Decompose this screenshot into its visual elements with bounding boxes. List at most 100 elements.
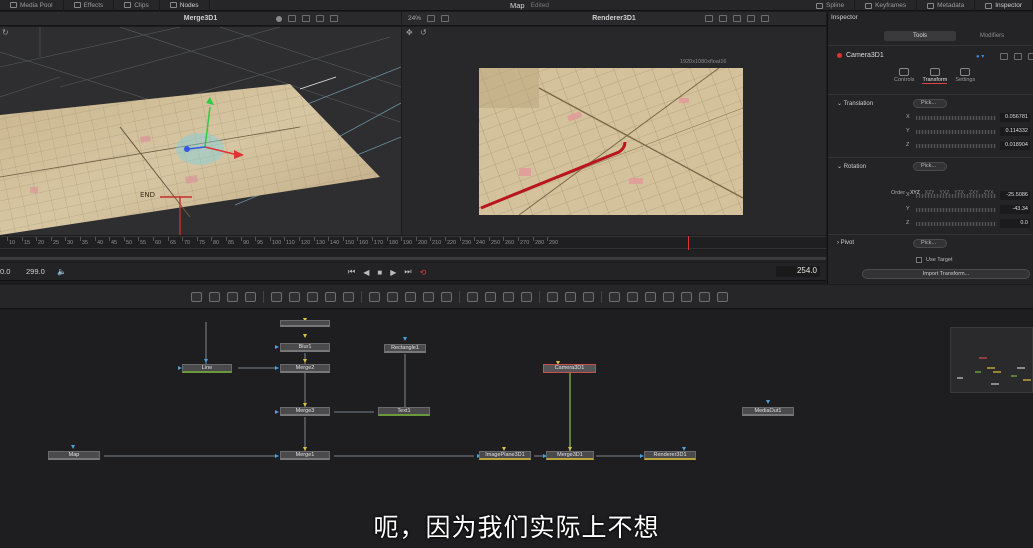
viewer-more-icon[interactable] bbox=[330, 15, 338, 22]
rotation-x-value[interactable]: -25.5086 bbox=[1000, 191, 1030, 200]
bspline-mask-icon[interactable] bbox=[521, 292, 532, 302]
node-imageplane3d1[interactable]: ImagePlane3D1 bbox=[479, 451, 531, 460]
tab-modifiers[interactable]: Modifiers bbox=[956, 31, 1028, 41]
translation-y-value[interactable]: 0.114332 bbox=[1000, 127, 1030, 136]
viewer-record-icon[interactable] bbox=[276, 15, 282, 22]
rotation-z-slider[interactable] bbox=[916, 222, 996, 226]
translation-section-toggle[interactable]: ⌄ Translation bbox=[837, 100, 873, 107]
translation-z-slider[interactable] bbox=[916, 144, 996, 148]
rotation-pick-button[interactable]: Pick... bbox=[913, 162, 947, 171]
shape3d-tool-icon[interactable] bbox=[609, 292, 620, 302]
timeline-ruler[interactable]: 10 15 20 25 30 35 40 45 50 55 60 65 70 75 80 85 90 95 100 1… bbox=[0, 236, 826, 249]
loop-icon[interactable]: ⟲ bbox=[420, 268, 427, 277]
play-icon[interactable]: ▶ bbox=[390, 268, 396, 277]
media-pool-button[interactable]: Media Pool bbox=[0, 0, 64, 11]
particle-emitter-icon[interactable] bbox=[547, 292, 558, 302]
viewer-lut-icon[interactable] bbox=[705, 15, 713, 22]
background-tool-icon[interactable] bbox=[191, 292, 202, 302]
channel-booleans-icon[interactable] bbox=[387, 292, 398, 302]
light3d-tool-icon[interactable] bbox=[699, 292, 710, 302]
current-time[interactable]: 254.0 bbox=[776, 266, 820, 277]
inspector-button[interactable]: Inspector bbox=[975, 0, 1033, 11]
node-map[interactable]: Map bbox=[48, 451, 100, 460]
camera3d-tool-icon[interactable] bbox=[681, 292, 692, 302]
image-plane3d-icon[interactable] bbox=[627, 292, 638, 302]
rotation-y-value[interactable]: -43.34 bbox=[1000, 205, 1030, 214]
transform-tool-icon[interactable] bbox=[441, 292, 452, 302]
translation-y-slider[interactable] bbox=[916, 130, 996, 134]
merge-tool-icon[interactable] bbox=[369, 292, 380, 302]
node-rectangle1[interactable]: Rectangle1 bbox=[384, 344, 426, 353]
right-viewer-render[interactable]: ✥ ↺ 1920x1080xfloat16 bbox=[402, 27, 826, 235]
node-merge3[interactable]: Merge3 bbox=[280, 407, 330, 416]
viewer-view-icon[interactable] bbox=[747, 15, 755, 22]
pivot-section-toggle[interactable]: › Pivot bbox=[837, 240, 854, 246]
inspector-pin-icon[interactable] bbox=[1014, 53, 1022, 60]
subtab-controls[interactable]: Controls bbox=[894, 68, 914, 84]
particle-system-icon[interactable] bbox=[583, 292, 594, 302]
text3d-tool-icon[interactable] bbox=[645, 292, 656, 302]
spline-button[interactable]: Spline bbox=[806, 0, 856, 11]
viewer-options-icon[interactable] bbox=[441, 15, 450, 22]
translation-x-slider[interactable] bbox=[916, 116, 996, 120]
audio-icon[interactable]: 🔈 bbox=[57, 267, 66, 276]
import-transform-button[interactable]: Import Transform... bbox=[862, 269, 1030, 279]
resize-tool-icon[interactable] bbox=[423, 292, 434, 302]
go-to-start-icon[interactable]: ⏮ bbox=[348, 267, 355, 277]
node-mediaout1[interactable]: MediaOut1 bbox=[742, 407, 794, 416]
node-merge3d1[interactable]: Merge3D1 bbox=[546, 451, 594, 460]
node-partial-top[interactable] bbox=[280, 320, 330, 327]
use-target-row[interactable]: Use Target bbox=[916, 257, 953, 263]
rotation-z-value[interactable]: 0.0 bbox=[1000, 219, 1030, 228]
timeline-bar[interactable] bbox=[0, 257, 826, 260]
particle-render-icon[interactable] bbox=[565, 292, 576, 302]
go-to-end-icon[interactable]: ⏭ bbox=[404, 267, 411, 277]
viewer-channel-icon[interactable] bbox=[719, 15, 727, 22]
loader-tool-icon[interactable] bbox=[209, 292, 220, 302]
merge3d-tool-icon[interactable] bbox=[663, 292, 674, 302]
metadata-button[interactable]: Metadata bbox=[917, 0, 976, 11]
curves-tool-icon[interactable] bbox=[289, 292, 300, 302]
clips-button[interactable]: Clips bbox=[114, 0, 160, 11]
matte-control-icon[interactable] bbox=[405, 292, 416, 302]
start-time[interactable]: 0.0 bbox=[0, 267, 10, 276]
stop-icon[interactable]: ■ bbox=[377, 268, 382, 277]
renderer3d-tool-icon[interactable] bbox=[717, 292, 728, 302]
node-line[interactable]: Line bbox=[182, 364, 232, 373]
left-viewer-3d[interactable]: END ↻ bbox=[0, 27, 401, 235]
paint-tool-icon[interactable] bbox=[245, 292, 256, 302]
end-time[interactable]: 299.0 bbox=[26, 267, 45, 276]
subtab-transform[interactable]: Transform bbox=[922, 68, 948, 84]
viewer-reset-icon[interactable]: ↺ bbox=[420, 28, 427, 37]
color-corrector-icon[interactable] bbox=[271, 292, 282, 302]
node-blur1[interactable]: Blur1 bbox=[280, 343, 330, 352]
playhead[interactable] bbox=[688, 236, 689, 250]
node-text1[interactable]: Text1 bbox=[378, 407, 430, 416]
rotation-y-slider[interactable] bbox=[916, 208, 996, 212]
effects-button[interactable]: Effects bbox=[64, 0, 115, 11]
rotation-x-slider[interactable] bbox=[916, 194, 996, 198]
viewer-more-icon[interactable] bbox=[761, 15, 769, 22]
inspector-collapse-icon[interactable] bbox=[1000, 53, 1008, 60]
blur-tool-icon[interactable] bbox=[343, 292, 354, 302]
viewer-rotate-icon[interactable]: ↻ bbox=[2, 28, 9, 37]
ellipse-mask-icon[interactable] bbox=[485, 292, 496, 302]
tab-tools[interactable]: Tools bbox=[884, 31, 956, 41]
pivot-pick-button[interactable]: Pick... bbox=[913, 239, 947, 248]
use-target-checkbox[interactable] bbox=[916, 257, 922, 263]
matte-tool-icon[interactable] bbox=[307, 292, 318, 302]
node-minimap[interactable] bbox=[950, 327, 1033, 393]
subtab-settings[interactable]: Settings bbox=[955, 68, 975, 84]
node-version-dot-icon[interactable]: ● ▾ bbox=[976, 53, 984, 60]
step-back-icon[interactable]: ◀ bbox=[363, 268, 369, 277]
translation-pick-button[interactable]: Pick... bbox=[913, 99, 947, 108]
text-tool-icon[interactable] bbox=[227, 292, 238, 302]
zoom-level[interactable]: 24% bbox=[408, 15, 421, 22]
timeline-scrub-area[interactable] bbox=[0, 250, 826, 262]
inspector-menu-icon[interactable] bbox=[1028, 53, 1033, 60]
node-renderer3d1[interactable]: Renderer3D1 bbox=[644, 451, 696, 460]
translation-x-value[interactable]: 0.056781 bbox=[1000, 113, 1030, 122]
translation-z-value[interactable]: 0.018904 bbox=[1000, 141, 1030, 150]
nodes-button[interactable]: Nodes bbox=[160, 0, 210, 11]
3d-scene[interactable]: END bbox=[0, 27, 401, 235]
